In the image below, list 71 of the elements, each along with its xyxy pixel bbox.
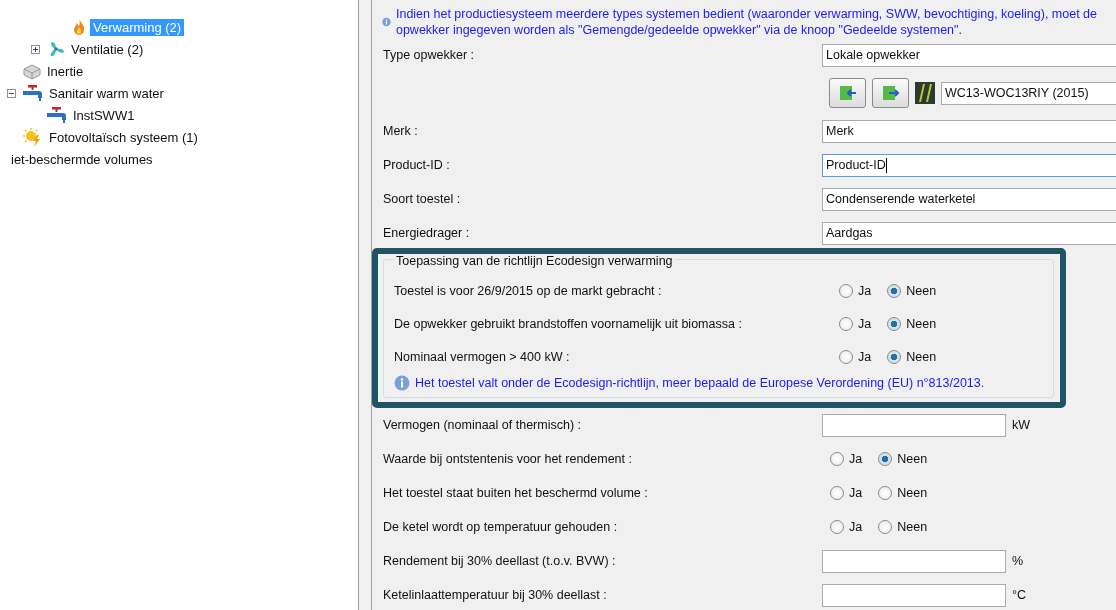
radio-button[interactable] (887, 283, 902, 298)
field-label: Waarde bij ontstentenis voor het rendement : (383, 452, 633, 466)
tree-item[interactable]: Inertie (44, 62, 87, 80)
expand-icon[interactable] (31, 44, 40, 54)
collapse-icon[interactable] (7, 88, 16, 98)
splitter[interactable] (358, 0, 372, 610)
radio-label: Neen (906, 316, 937, 331)
field-label: Vermogen (nominaal of thermisch) : (383, 418, 582, 432)
notice-text: Indien het productiesysteem meerdere types systemen bedient (waaronder verwarming, SWW, bevochtiging, koeling), moet de opwekker ingegeven worden als "Gemengde/gedeelde opwekker" via de knoop "Gedeelde systemen". (395, 6, 1098, 38)
field-label: De ketel wordt op temperatuur gehouden : (383, 520, 619, 534)
radio-label: Ja (849, 486, 863, 500)
input-field[interactable]: Product-ID (822, 153, 1116, 177)
radio-button[interactable] (839, 349, 853, 364)
radio-label: Neen (906, 349, 937, 364)
radio-label: Ja (858, 283, 872, 298)
input-field[interactable] (822, 549, 1006, 573)
radio-button[interactable] (878, 520, 893, 534)
input-field[interactable] (822, 413, 1006, 437)
radio-button[interactable] (830, 520, 844, 534)
dropdown-field[interactable]: Lokale opwekker (822, 43, 1116, 67)
import-button[interactable] (829, 78, 866, 108)
field-label: Het toestel staat buiten het beschermd volume : (383, 486, 649, 500)
group-title: Toepassing van de richtlijn Ecodesign verwarming (394, 254, 675, 268)
tap-icon (22, 84, 44, 102)
radio-button[interactable] (830, 486, 844, 500)
database-icon (915, 82, 935, 104)
radio-button[interactable] (887, 349, 902, 364)
radio-button[interactable] (830, 452, 844, 466)
field-label: Toestel is voor 26/9/2015 op de markt gebracht : (394, 283, 663, 298)
unit-label: kW (1012, 418, 1031, 432)
radio-button[interactable] (887, 316, 902, 331)
tree-item[interactable]: Fotovoltaïsch systeem (1) (46, 128, 201, 146)
radio-label: Ja (849, 520, 863, 534)
field-label: Ketelinlaattemperatuur bij 30% deellast : (383, 588, 608, 602)
arrow-icon (837, 84, 858, 102)
tree-item[interactable]: iet-beschermde volumes (8, 150, 156, 168)
radio-button[interactable] (878, 452, 893, 466)
dropdown-field[interactable]: Condenserende waterketel (822, 187, 1116, 211)
unit-label: °C (1012, 588, 1027, 602)
radio-label: Ja (858, 349, 872, 364)
tap-icon (46, 106, 68, 124)
field-label: Product-ID : (383, 158, 451, 172)
info-icon (394, 375, 410, 391)
tree-item[interactable]: Ventilatie (2) (68, 40, 147, 58)
tree-item[interactable]: Sanitair warm water (46, 84, 167, 102)
field-label: Nominaal vermogen > 400 kW : (394, 349, 571, 364)
field-label: Merk : (383, 124, 419, 138)
radio-label: Neen (897, 486, 928, 500)
export-button[interactable] (872, 78, 909, 108)
radio-label: Ja (858, 316, 872, 331)
radio-button[interactable] (878, 486, 893, 500)
arrow-icon (880, 84, 901, 102)
field-label: Rendement bij 30% deellast (t.o.v. BVW) : (383, 554, 617, 568)
radio-label: Neen (897, 452, 928, 466)
input-field[interactable] (822, 583, 1006, 607)
block-icon (22, 62, 42, 80)
radio-label: Neen (897, 520, 928, 534)
unit-label: % (1012, 554, 1024, 568)
catalog-field[interactable]: WC13-WOC13RIY (2015) (941, 81, 1116, 105)
tree-item[interactable]: InstSWW1 (70, 106, 138, 124)
notice-text: Het toestel valt onder de Ecodesign-richtlijn, meer bepaald de Europese Verordening (EU) n°813/2013. (415, 375, 985, 391)
radio-label: Neen (906, 283, 937, 298)
field-label: Energiedrager : (383, 226, 471, 240)
dropdown-field[interactable]: Aardgas (822, 221, 1116, 245)
field-label: Type opwekker : (383, 48, 475, 62)
radio-label: Ja (849, 452, 863, 466)
radio-button[interactable] (839, 283, 853, 298)
input-field[interactable]: Merk (822, 119, 1116, 143)
radio-button[interactable] (839, 316, 853, 331)
field-label: De opwekker gebruikt brandstoffen voornamelijk uit biomassa : (394, 316, 743, 331)
field-label: Soort toestel : (383, 192, 462, 206)
